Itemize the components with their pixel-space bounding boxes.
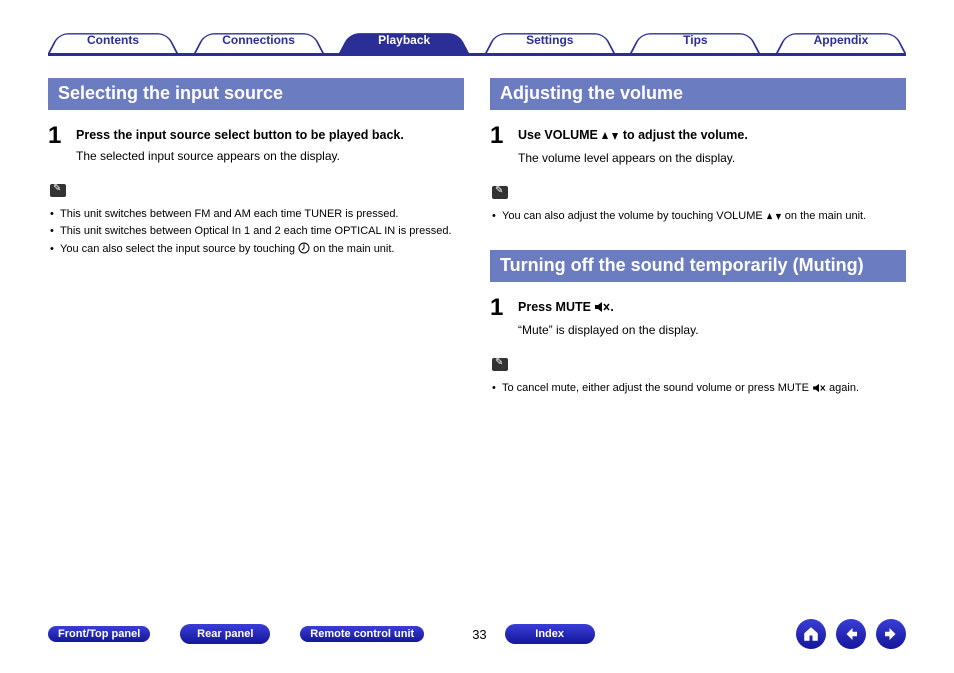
home-button[interactable] [796,619,826,649]
pencil-note-icon [492,358,508,371]
step-instruction: Use VOLUME to adjust the volume. [518,126,906,146]
right-column: Adjusting the volume 1 Use VOLUME to adj… [490,78,906,399]
page-number: 33 [472,627,486,642]
link-front-top-panel[interactable]: Front/Top panel [48,626,150,643]
notes-list: To cancel mute, either adjust the sound … [492,380,906,399]
top-tab-nav: Contents Connections Playback Settings T… [48,28,906,56]
link-remote-control-unit[interactable]: Remote control unit [300,626,424,643]
step-body: Press the input source select button to … [76,124,464,166]
prev-page-button[interactable] [836,619,866,649]
note-item: This unit switches between Optical In 1 … [50,223,464,240]
heading-muting: Turning off the sound temporarily (Mutin… [490,250,906,282]
mute-icon [812,382,826,399]
step-volume: 1 Use VOLUME to adjust the volume. The v… [490,124,906,168]
tab-connections[interactable]: Connections [194,28,324,53]
step-body: Use VOLUME to adjust the volume. The vol… [518,124,906,168]
pencil-note-icon [492,186,508,199]
step-description: “Mute” is displayed on the display. [518,323,699,337]
step-number: 1 [490,124,518,168]
heading-adjusting-volume: Adjusting the volume [490,78,906,110]
tab-appendix[interactable]: Appendix [776,28,906,53]
step-mute: 1 Press MUTE . “Mute” is displayed on th… [490,296,906,340]
content-area: Selecting the input source 1 Press the i… [48,78,906,399]
note-item: This unit switches between FM and AM eac… [50,206,464,223]
mute-icon [594,300,610,318]
step-description: The selected input source appears on the… [76,149,340,163]
footer-nav: Front/Top panel Rear panel Remote contro… [48,619,906,649]
tab-tips[interactable]: Tips [630,28,760,53]
step-number: 1 [490,296,518,340]
step-instruction: Press the input source select button to … [76,126,464,144]
step-body: Press MUTE . “Mute” is displayed on the … [518,296,906,340]
note-item: You can also adjust the volume by touchi… [492,208,906,227]
next-page-button[interactable] [876,619,906,649]
step-number: 1 [48,124,76,166]
link-rear-panel[interactable]: Rear panel [180,624,270,645]
note-item: To cancel mute, either adjust the sound … [492,380,906,399]
tab-settings[interactable]: Settings [485,28,615,53]
source-icon [298,242,310,260]
step-description: The volume level appears on the display. [518,151,735,165]
link-index[interactable]: Index [505,624,595,645]
step-instruction: Press MUTE . [518,298,906,318]
volume-updown-icon [601,128,619,146]
tab-playback[interactable]: Playback [339,28,469,53]
notes-list: This unit switches between FM and AM eac… [50,206,464,260]
volume-updown-icon [766,210,782,227]
notes-list: You can also adjust the volume by touchi… [492,208,906,227]
heading-selecting-input: Selecting the input source [48,78,464,110]
step-input-source: 1 Press the input source select button t… [48,124,464,166]
left-column: Selecting the input source 1 Press the i… [48,78,464,399]
pencil-note-icon [50,184,66,197]
tab-contents[interactable]: Contents [48,28,178,53]
note-item: You can also select the input source by … [50,241,464,260]
